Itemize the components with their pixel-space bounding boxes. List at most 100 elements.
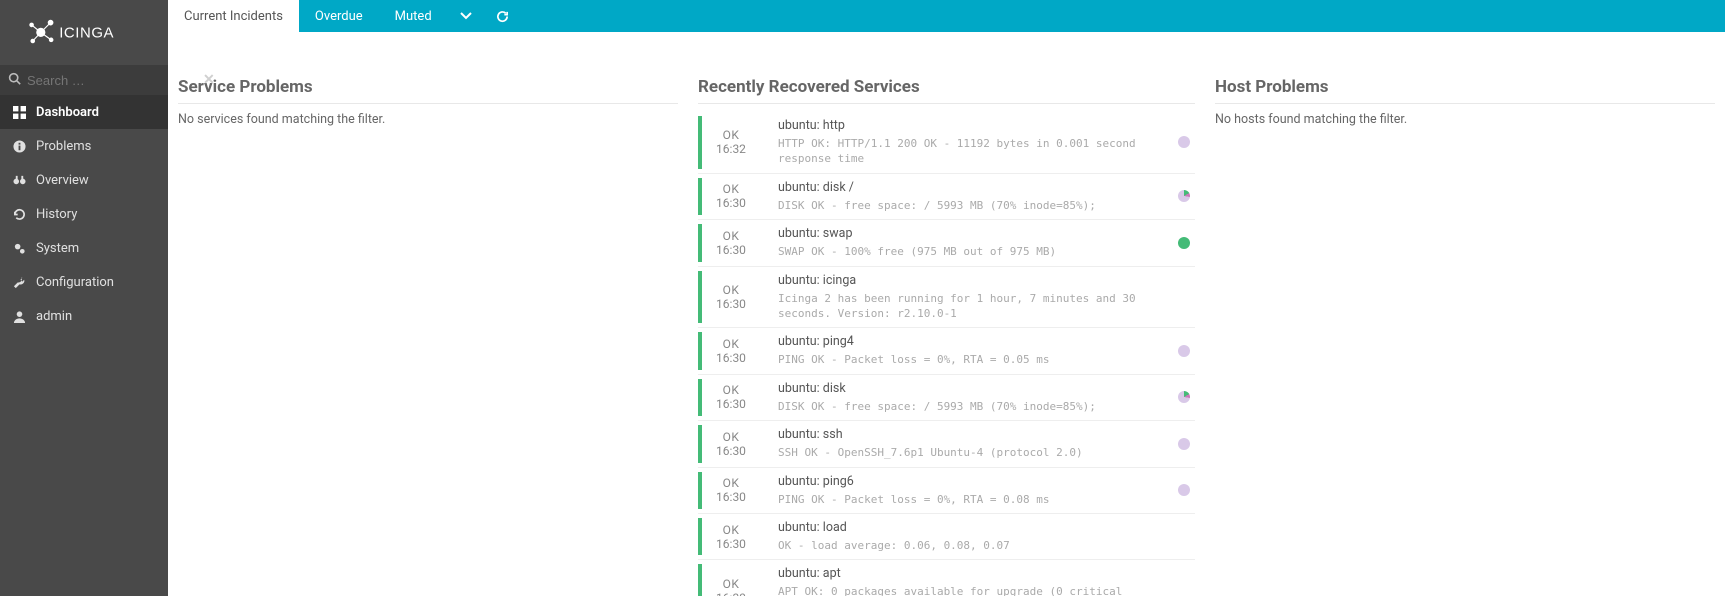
tab-bar: Current Incidents Overdue Muted [168, 0, 1725, 32]
nav-label: admin [36, 309, 72, 324]
service-list: OK16:32ubuntu: httpHTTP OK: HTTP/1.1 200… [698, 112, 1195, 596]
service-title: ubuntu: ssh [778, 427, 1167, 442]
service-body: ubuntu: ssh SSH OK - OpenSSH_7.6p1 Ubuntu… [760, 425, 1173, 462]
service-problems-panel: Service Problems No services found match… [168, 65, 688, 596]
service-row[interactable]: OK16:30 ubuntu: ssh SSH OK - OpenSSH_7.6p1… [698, 420, 1195, 466]
pie-icon [1178, 345, 1190, 357]
state-label: OK [723, 182, 740, 196]
state-label: OK [723, 577, 740, 591]
service-message: SSH OK - OpenSSH_7.6p1 Ubuntu-4 (protoco… [778, 445, 1167, 460]
tab-muted[interactable]: Muted [379, 0, 448, 32]
service-row[interactable]: OK16:32 ubuntu: http HTTP OK: HTTP/1.1 200… [698, 112, 1195, 173]
state-label: OK [723, 229, 740, 243]
info-icon [10, 140, 28, 153]
history-icon [10, 208, 28, 221]
panel-heading: Host Problems [1215, 77, 1715, 104]
service-title: ubuntu: apt [778, 566, 1167, 581]
service-message: PING OK - Packet loss = 0%, RTA = 0.05 m… [778, 352, 1167, 367]
main-area: Current Incidents Overdue Muted Service … [168, 0, 1725, 596]
service-title: ubuntu: disk [778, 381, 1167, 396]
nav-dashboard[interactable]: Dashboard [0, 95, 168, 129]
panel-heading: Recently Recovered Services [698, 77, 1195, 104]
tab-label: Current Incidents [184, 9, 283, 24]
service-row[interactable]: OK16:30ubuntu: ping4PING OK - Packet los… [698, 327, 1195, 373]
service-body: ubuntu: http HTTP OK: HTTP/1.1 200 OK - 1… [760, 116, 1173, 169]
pie-icon [1178, 484, 1190, 496]
service-row[interactable]: OK16:30ubuntu: icingaIcinga 2 has been r… [698, 266, 1195, 328]
service-row[interactable]: OK16:30ubuntu: loadOK - load average: 0.… [698, 513, 1195, 559]
state-cell: OK16:30 [698, 379, 760, 416]
service-title: ubuntu: swap [778, 226, 1167, 241]
service-row[interactable]: OK16:30 ubuntu: swap SWAP OK - 100% free (… [698, 219, 1195, 265]
recently-recovered-panel: Recently Recovered Services OK16:32ubunt… [688, 65, 1205, 596]
state-cell: OK16:30 [698, 178, 760, 215]
nav-admin[interactable]: admin [0, 299, 168, 333]
user-icon [10, 310, 28, 323]
pie-icon [1178, 190, 1190, 202]
perfdata-pie [1173, 224, 1195, 261]
icinga-logo-icon: ICINGA [27, 18, 142, 47]
wrench-icon [10, 276, 28, 289]
host-problems-panel: Host Problems No hosts found matching th… [1205, 65, 1725, 596]
tab-label: Muted [395, 9, 432, 24]
nav-label: Dashboard [36, 105, 99, 120]
nav-history[interactable]: History [0, 197, 168, 231]
sidebar: ICINGA ✕ Dashboard Problems Overview [0, 0, 168, 596]
search-icon [8, 72, 21, 89]
state-time: 16:30 [716, 351, 746, 365]
tab-refresh[interactable] [484, 0, 521, 32]
service-message: DISK OK - free space: / 5993 MB (70% ino… [778, 198, 1167, 213]
state-label: OK [723, 476, 740, 490]
state-time: 16:32 [716, 142, 746, 156]
state-label: OK [723, 383, 740, 397]
nav-overview[interactable]: Overview [0, 163, 168, 197]
service-row[interactable]: OK16:30 ubuntu: apt APT OK: 0 packages ava… [698, 559, 1195, 596]
dashboard-icon [10, 106, 28, 119]
service-body: ubuntu: disk /DISK OK - free space: / 59… [760, 178, 1173, 215]
pie-icon [1178, 237, 1190, 249]
nav-label: History [36, 207, 77, 222]
state-cell: OK16:30 [698, 271, 760, 324]
refresh-icon [496, 10, 509, 23]
nav-configuration[interactable]: Configuration [0, 265, 168, 299]
chevron-down-icon [460, 12, 472, 20]
service-row[interactable]: OK16:30ubuntu: disk /DISK OK - free spac… [698, 173, 1195, 219]
nav-problems[interactable]: Problems [0, 129, 168, 163]
state-time: 16:30 [716, 537, 746, 551]
state-time: 16:30 [716, 591, 746, 596]
perfdata-pie [1173, 271, 1195, 324]
perfdata-pie [1173, 472, 1195, 509]
pie-icon [1178, 391, 1190, 403]
state-time: 16:30 [716, 444, 746, 458]
perfdata-pie [1173, 116, 1195, 169]
service-title: ubuntu: http [778, 118, 1167, 133]
service-message: HTTP OK: HTTP/1.1 200 OK - 11192 bytes i… [778, 136, 1167, 167]
state-label: OK [723, 523, 740, 537]
state-time: 16:30 [716, 297, 746, 311]
nav-label: System [36, 241, 79, 256]
panel-heading: Service Problems [178, 77, 678, 104]
state-time: 16:30 [716, 397, 746, 411]
tab-more-dropdown[interactable] [448, 0, 484, 32]
tab-current-incidents[interactable]: Current Incidents [168, 0, 299, 32]
pie-icon [1178, 438, 1190, 450]
state-time: 16:30 [716, 196, 746, 210]
service-row[interactable]: OK16:30ubuntu: diskDISK OK - free space:… [698, 374, 1195, 420]
service-title: ubuntu: load [778, 520, 1167, 535]
perfdata-pie [1173, 178, 1195, 215]
primary-nav: Dashboard Problems Overview History Syst… [0, 95, 168, 333]
service-body: ubuntu: diskDISK OK - free space: / 5993… [760, 379, 1173, 416]
clear-search-icon[interactable]: ✕ [203, 72, 215, 88]
search-input[interactable] [27, 73, 203, 88]
nav-system[interactable]: System [0, 231, 168, 265]
state-cell: OK16:30 [698, 425, 760, 462]
perfdata-pie [1173, 379, 1195, 416]
service-row[interactable]: OK16:30ubuntu: ping6PING OK - Packet los… [698, 467, 1195, 513]
tab-overdue[interactable]: Overdue [299, 0, 379, 32]
state-cell: OK16:30 [698, 224, 760, 261]
service-message: SWAP OK - 100% free (975 MB out of 975 M… [778, 244, 1167, 259]
state-label: OK [723, 128, 740, 142]
service-message: APT OK: 0 packages available for upgrade… [778, 584, 1167, 596]
nav-label: Problems [36, 139, 91, 154]
brand-logo: ICINGA [0, 0, 168, 65]
